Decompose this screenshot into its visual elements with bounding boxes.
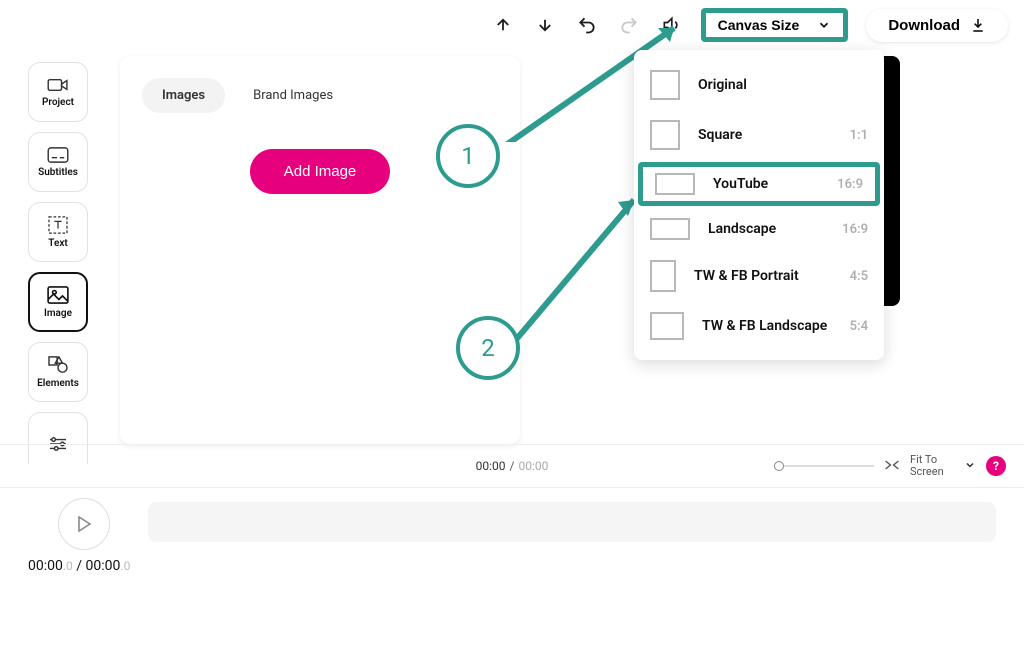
size-name: TW & FB Landscape xyxy=(702,318,832,334)
help-button[interactable]: ? xyxy=(986,456,1006,476)
zoom-slider[interactable] xyxy=(774,465,874,467)
ratio-swatch-icon xyxy=(650,260,676,292)
nav-text[interactable]: Text xyxy=(28,202,88,262)
ratio-swatch-icon xyxy=(650,120,680,150)
tab-brand-images[interactable]: Brand Images xyxy=(233,78,353,113)
status-bar: 00:00 / 00:00 Fit To Screen ? xyxy=(0,444,1024,488)
size-name: YouTube xyxy=(713,176,819,192)
ratio-swatch-icon xyxy=(655,173,695,195)
size-option-original[interactable]: Original xyxy=(634,60,884,110)
nav-label: Project xyxy=(42,97,74,108)
size-ratio: 5:4 xyxy=(850,319,868,334)
nav-label: Image xyxy=(44,308,72,319)
annotation-arrow-2 xyxy=(508,192,648,352)
size-ratio: 16:9 xyxy=(842,222,868,237)
image-icon xyxy=(47,286,69,304)
nav-label: Elements xyxy=(37,378,79,389)
canvas-size-dropdown: Original Square 1:1 YouTube 16:9 Landsca… xyxy=(634,50,884,360)
time-total: 00:00 xyxy=(518,459,548,473)
size-name: TW & FB Portrait xyxy=(694,268,832,284)
chevron-down-icon xyxy=(817,18,831,32)
size-ratio: 1:1 xyxy=(850,128,868,143)
fit-to-screen-label[interactable]: Fit To Screen xyxy=(910,454,954,478)
nav-image[interactable]: Image xyxy=(28,272,88,332)
nav-label: Text xyxy=(48,238,68,249)
chevron-down-icon[interactable] xyxy=(964,459,976,474)
size-name: Original xyxy=(698,77,850,93)
add-image-button[interactable]: Add Image xyxy=(250,149,391,194)
size-ratio: 16:9 xyxy=(837,177,863,192)
timeline-track[interactable] xyxy=(148,502,996,542)
ratio-swatch-icon xyxy=(650,218,690,240)
shapes-icon xyxy=(48,356,68,374)
tab-images[interactable]: Images xyxy=(142,78,225,113)
play-button[interactable] xyxy=(58,498,110,550)
camera-icon xyxy=(47,77,69,93)
undo-icon[interactable] xyxy=(575,13,599,37)
volume-icon[interactable] xyxy=(659,13,683,37)
redo-icon xyxy=(617,13,641,37)
nav-project[interactable]: Project xyxy=(28,62,88,122)
timeline-time: 00:00.0 / 00:00.0 xyxy=(28,558,130,574)
size-option-square[interactable]: Square 1:1 xyxy=(634,110,884,160)
collapse-icon[interactable] xyxy=(884,459,900,474)
ratio-swatch-icon xyxy=(650,70,680,100)
arrow-down-icon[interactable] xyxy=(533,13,557,37)
size-name: Landscape xyxy=(708,221,824,237)
canvas-size-button[interactable]: Canvas Size xyxy=(701,8,849,42)
download-label: Download xyxy=(888,17,960,34)
annotation-badge-1: 1 xyxy=(436,124,500,188)
size-ratio: 4:5 xyxy=(850,269,868,284)
size-option-youtube[interactable]: YouTube 16:9 xyxy=(638,162,880,206)
nav-subtitles[interactable]: Subtitles xyxy=(28,132,88,192)
time-current: 00:00 xyxy=(476,459,506,473)
time-sep: / xyxy=(510,459,515,473)
nav-label: Subtitles xyxy=(38,167,78,178)
size-option-tw-fb-landscape[interactable]: TW & FB Landscape 5:4 xyxy=(634,302,884,350)
annotation-badge-2: 2 xyxy=(456,316,520,380)
size-option-tw-fb-portrait[interactable]: TW & FB Portrait 4:5 xyxy=(634,250,884,302)
nav-elements[interactable]: Elements xyxy=(28,342,88,402)
zoom-thumb[interactable] xyxy=(774,461,784,471)
text-icon xyxy=(48,216,68,234)
arrow-up-icon[interactable] xyxy=(491,13,515,37)
size-name: Square xyxy=(698,127,832,143)
download-icon xyxy=(970,17,986,33)
play-icon xyxy=(77,516,91,532)
canvas-size-label: Canvas Size xyxy=(718,17,800,33)
ratio-swatch-icon xyxy=(650,312,684,340)
size-option-landscape[interactable]: Landscape 16:9 xyxy=(634,208,884,250)
subtitles-icon xyxy=(47,147,69,163)
image-panel: Images Brand Images Add Image xyxy=(120,56,520,444)
timeline: 00:00.0 / 00:00.0 xyxy=(0,488,1024,584)
download-button[interactable]: Download xyxy=(866,9,1008,42)
